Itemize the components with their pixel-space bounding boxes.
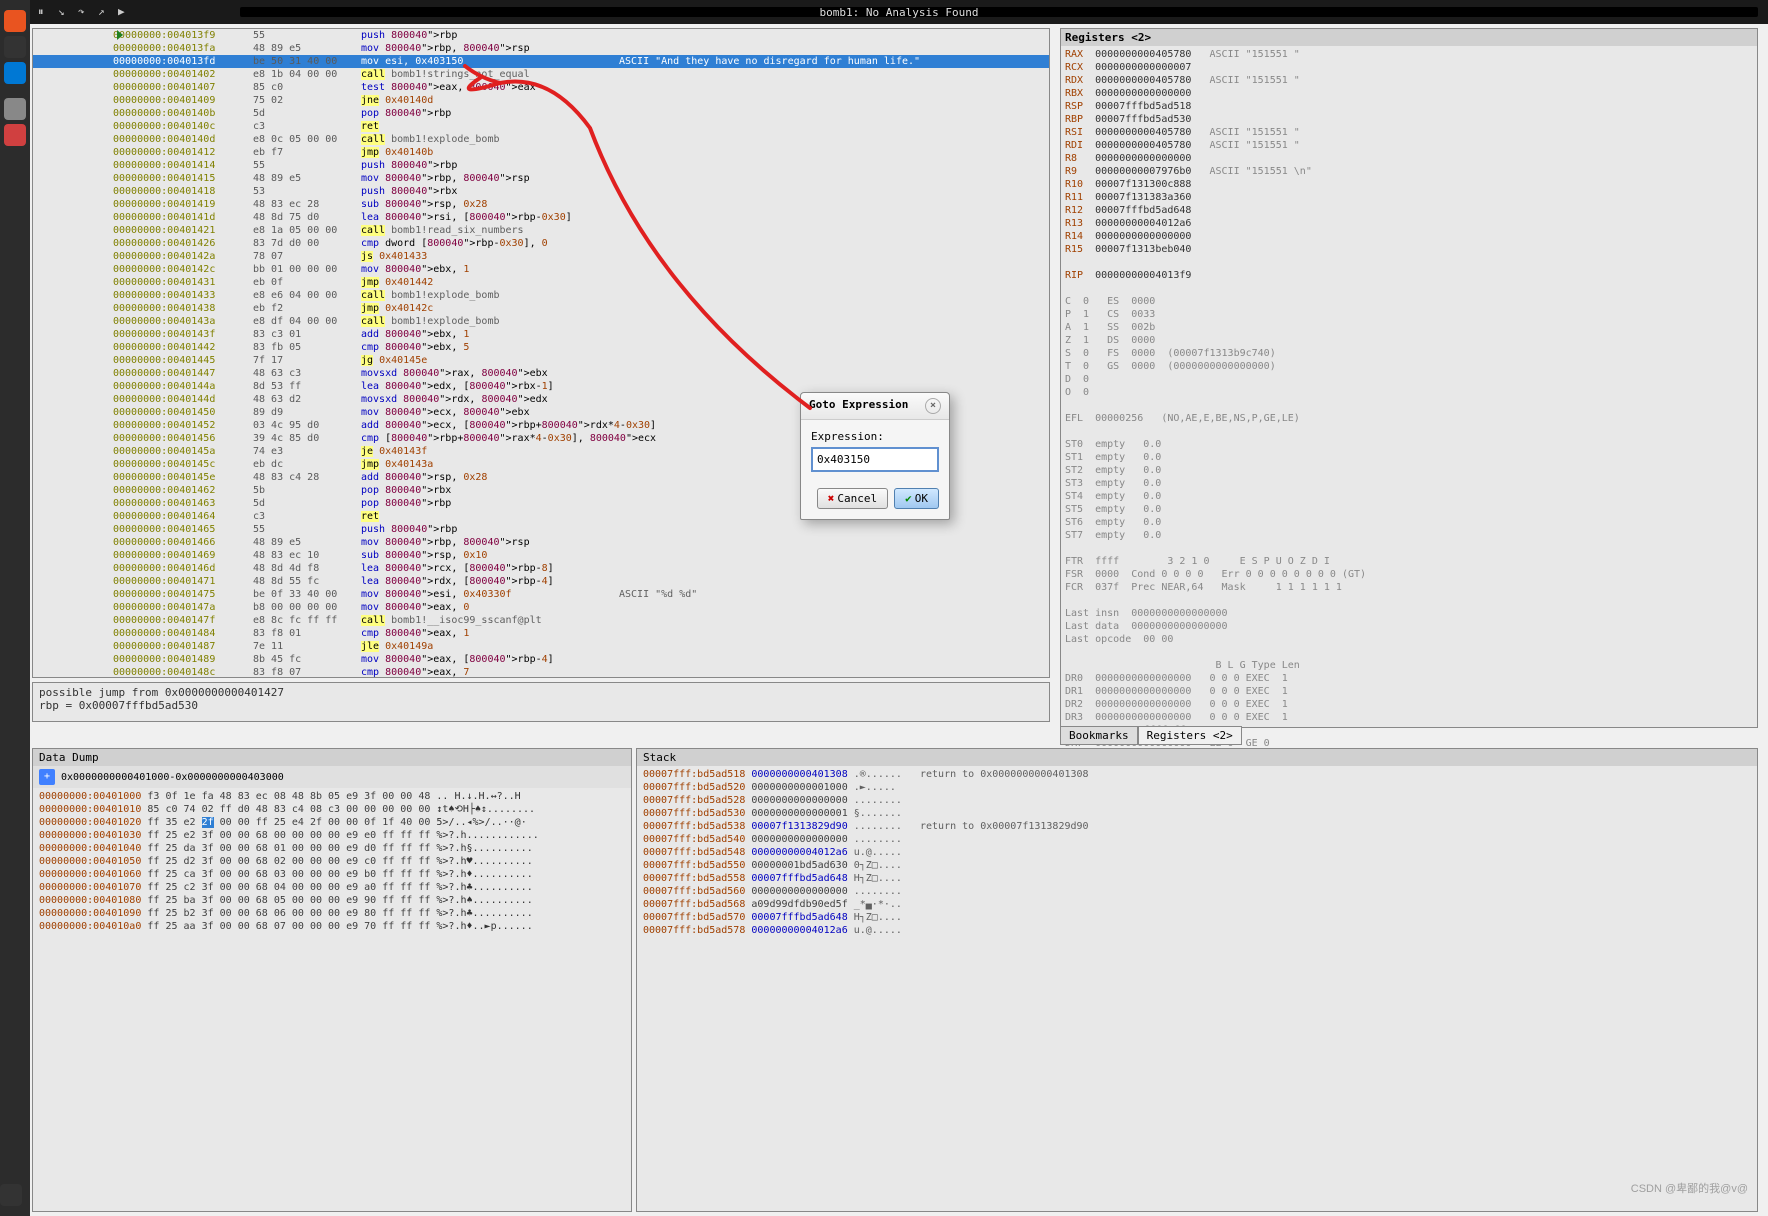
close-icon[interactable]: × (925, 398, 941, 414)
data-dump-panel[interactable]: Data Dump + 0x0000000000401000-0x0000000… (32, 748, 632, 1212)
launcher-app5[interactable] (4, 124, 26, 146)
expression-label: Expression: (811, 430, 939, 443)
stack-title: Stack (637, 749, 1757, 766)
cancel-button[interactable]: ✖Cancel (817, 488, 888, 509)
register-tabs: Bookmarks Registers <2> (1060, 726, 1758, 745)
pause-icon[interactable]: ⏸ (38, 5, 52, 19)
disasm-row[interactable]: 00000000:0040144748 63 c3 movsxd 800040"… (33, 367, 1049, 380)
disasm-row[interactable]: 00000000:0040142cbb 01 00 00 00 mov 8000… (33, 263, 1049, 276)
dump-title: Data Dump (33, 749, 631, 766)
registers-panel[interactable]: Registers <2> RAX 0000000000405780 ASCII… (1060, 28, 1758, 728)
disasm-row[interactable]: 00000000:00401475be 0f 33 40 00 mov 8000… (33, 588, 1049, 601)
disasm-row[interactable]: 00000000:00401402e8 1b 04 00 00 call bom… (33, 68, 1049, 81)
disasm-row[interactable]: 00000000:0040147148 8d 55 fc lea 800040"… (33, 575, 1049, 588)
disasm-row[interactable]: 00000000:0040146555 push 800040">rbp (33, 523, 1049, 536)
disasm-row[interactable]: 00000000:0040141455 push 800040">rbp (33, 159, 1049, 172)
title-bar: ⏸ ↘ ↷ ↗ ▶ bomb1: No Analysis Found (30, 0, 1768, 24)
disasm-row[interactable]: 00000000:0040141948 83 ec 28 sub 800040"… (33, 198, 1049, 211)
disasm-row[interactable]: 00000000:00401438eb f2 jmp 0x40142c (33, 302, 1049, 315)
launcher-trash[interactable] (0, 1184, 22, 1206)
disasm-row[interactable]: 00000000:0040147ab8 00 00 00 00 mov 8000… (33, 601, 1049, 614)
ok-button[interactable]: ✔OK (894, 488, 939, 509)
disasm-row[interactable]: 00000000:004014877e 11 jle 0x40149a (33, 640, 1049, 653)
launcher (0, 0, 30, 1216)
info-panel: possible jump from 0x0000000000401427 rb… (32, 682, 1050, 722)
disasm-row[interactable]: 00000000:0040143f83 c3 01 add 800040">eb… (33, 328, 1049, 341)
launcher-app4[interactable] (4, 98, 26, 120)
disasm-row[interactable]: 00000000:0040146948 83 ec 10 sub 800040"… (33, 549, 1049, 562)
dialog-title: Goto Expression (809, 398, 908, 414)
disasm-row[interactable]: 00000000:0040148c83 f8 07 cmp 800040">ea… (33, 666, 1049, 677)
disasm-row[interactable]: 00000000:004013fa48 89 e5 mov 800040">rb… (33, 42, 1049, 55)
disasm-row[interactable]: 00000000:0040140785 c0 test 800040">eax,… (33, 81, 1049, 94)
disasm-row[interactable]: 00000000:0040140de8 0c 05 00 00 call bom… (33, 133, 1049, 146)
launcher-app2[interactable] (4, 36, 26, 58)
registers-title: Registers <2> (1061, 29, 1757, 46)
disasm-row[interactable]: 00000000:00401421e8 1a 05 00 00 call bom… (33, 224, 1049, 237)
dump-range: 0x0000000000401000-0x0000000000403000 (61, 772, 284, 783)
disasm-row[interactable]: 00000000:004014898b 45 fc mov 800040">ea… (33, 653, 1049, 666)
progress-bar[interactable] (240, 7, 1758, 17)
disasm-row[interactable]: 00000000:0040140cc3 ret (33, 120, 1049, 133)
add-dump-button[interactable]: + (39, 769, 55, 785)
window-title: bomb1: No Analysis Found (820, 6, 979, 19)
disasm-row[interactable]: 00000000:0040141548 89 e5 mov 800040">rb… (33, 172, 1049, 185)
tab-bookmarks[interactable]: Bookmarks (1060, 726, 1138, 745)
disasm-row[interactable]: 00000000:0040142683 7d d0 00 cmp dword [… (33, 237, 1049, 250)
step-out-icon[interactable]: ↗ (98, 5, 112, 19)
disasm-row[interactable]: 00000000:0040148483 f8 01 cmp 800040">ea… (33, 627, 1049, 640)
step-into-icon[interactable]: ↘ (58, 5, 72, 19)
disasm-row[interactable]: 00000000:0040143ae8 df 04 00 00 call bom… (33, 315, 1049, 328)
watermark: CSDN @卑鄙的我@v@ (1631, 1180, 1748, 1196)
info-line1: possible jump from 0x0000000000401427 (39, 686, 1043, 699)
expression-input[interactable] (811, 447, 939, 472)
stack-panel[interactable]: Stack 00007fff:bd5ad518 0000000000401308… (636, 748, 1758, 1212)
disasm-row[interactable]: 00000000:00401431eb 0f jmp 0x401442 (33, 276, 1049, 289)
disasm-row[interactable]: 00000000:004014457f 17 jg 0x40145e (33, 354, 1049, 367)
disasm-row[interactable]: 00000000:0040147fe8 8c fc ff ff call bom… (33, 614, 1049, 627)
disasm-row[interactable]: 00000000:0040146d48 8d 4d f8 lea 800040"… (33, 562, 1049, 575)
step-over-icon[interactable]: ↷ (78, 5, 92, 19)
run-icon[interactable]: ▶ (118, 5, 132, 19)
disasm-row[interactable]: 00000000:0040140b5d pop 800040">rbp (33, 107, 1049, 120)
disasm-row[interactable]: 00000000:00401412eb f7 jmp 0x40140b (33, 146, 1049, 159)
disasm-row[interactable]: 00000000:0040142a78 07 js 0x401433 (33, 250, 1049, 263)
disasm-row[interactable]: 00000000:0040140975 02 jne 0x40140d (33, 94, 1049, 107)
goto-expression-dialog: Goto Expression × Expression: ✖Cancel ✔O… (800, 392, 950, 520)
disasm-row[interactable]: 00000000:0040146648 89 e5 mov 800040">rb… (33, 536, 1049, 549)
disasm-row[interactable]: 00000000:0040144283 fb 05 cmp 800040">eb… (33, 341, 1049, 354)
disasm-row[interactable]: 00000000:004013fdbe 50 31 40 00 mov esi,… (33, 55, 1049, 68)
info-line2: rbp = 0x00007fffbd5ad530 (39, 699, 1043, 712)
disasm-row[interactable]: 00000000:0040141d48 8d 75 d0 lea 800040"… (33, 211, 1049, 224)
disasm-row[interactable]: 00000000:00401433e8 e6 04 00 00 call bom… (33, 289, 1049, 302)
launcher-app1[interactable] (4, 10, 26, 32)
disasm-row[interactable]: 00000000:004013f955 push 800040">rbp (33, 29, 1049, 42)
disassembly-panel[interactable]: 00000000:004013f955 push 800040">rbp0000… (32, 28, 1050, 678)
disasm-row[interactable]: 00000000:0040141853 push 800040">rbx (33, 185, 1049, 198)
launcher-app3[interactable] (4, 62, 26, 84)
tab-registers[interactable]: Registers <2> (1138, 726, 1242, 745)
